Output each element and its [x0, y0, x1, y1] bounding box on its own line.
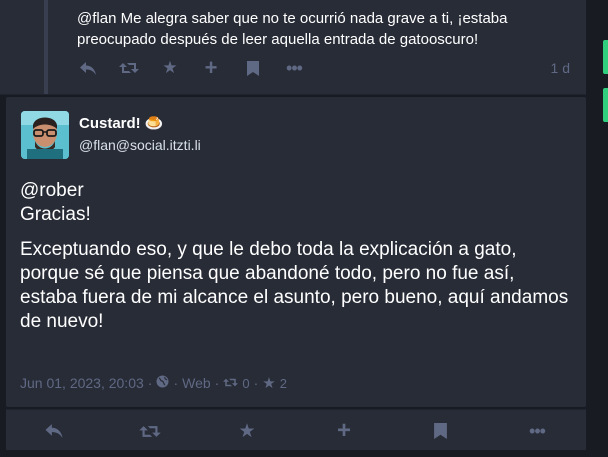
bookmark-button[interactable]	[239, 54, 267, 82]
status-date[interactable]: Jun 01, 2023, 20:03	[20, 375, 144, 391]
status-meta: Jun 01, 2023, 20:03 · · Web · 0 · ★ 2	[20, 374, 287, 392]
thread-line	[44, 0, 48, 94]
boost-icon	[139, 425, 161, 437]
status-paragraph: Exceptuando eso, y que le debo toda la e…	[20, 239, 569, 332]
boost-button[interactable]	[135, 416, 165, 446]
avatar[interactable]	[21, 111, 69, 159]
menu-button[interactable]: •••	[280, 54, 308, 82]
star-icon: ★	[238, 420, 256, 442]
favourite-button[interactable]: ★	[232, 416, 262, 446]
page: @flan Me alegra saber que no te ocurrió …	[0, 0, 608, 457]
reply-action-bar: ★ + •••	[70, 54, 580, 82]
side-indicator-top	[603, 40, 608, 74]
separator: ·	[214, 375, 220, 391]
separator: ·	[253, 375, 259, 391]
bookmark-icon	[433, 423, 447, 439]
boost-button[interactable]	[115, 54, 143, 82]
display-name[interactable]: Custard! 🍮	[79, 114, 164, 132]
reply-status: @flan Me alegra saber que no te ocurrió …	[0, 0, 586, 95]
reply-icon	[45, 424, 63, 438]
globe-icon	[156, 375, 169, 391]
reply-button[interactable]	[39, 416, 69, 446]
boost-icon	[223, 376, 239, 391]
bookmark-icon	[247, 60, 259, 76]
status-content: @rober Gracias! Exceptuando eso, y que l…	[20, 179, 576, 345]
status-action-bar: ★ + •••	[6, 409, 586, 450]
menu-button[interactable]: •••	[522, 416, 552, 446]
more-button[interactable]: +	[329, 416, 359, 446]
reply-text: @flan Me alegra saber que no te ocurrió …	[77, 10, 508, 48]
separator: ·	[173, 375, 179, 391]
side-indicator-bottom	[603, 88, 608, 122]
more-button[interactable]: +	[197, 54, 225, 82]
focused-status: Custard! 🍮 @flan@social.itzti.li @rober …	[6, 97, 586, 407]
star-icon: ★	[162, 58, 178, 77]
plus-icon: +	[204, 55, 218, 80]
ellipsis-icon: •••	[529, 420, 546, 441]
favourite-count[interactable]: 2	[280, 376, 287, 391]
plus-icon: +	[336, 417, 351, 444]
status-paragraph: @rober Gracias!	[20, 180, 91, 225]
application-name: Web	[182, 375, 211, 391]
favourite-button[interactable]: ★	[156, 54, 184, 82]
separator: ·	[147, 375, 153, 391]
reply-icon	[80, 61, 96, 75]
avatar-image	[21, 111, 69, 159]
bookmark-button[interactable]	[425, 416, 455, 446]
boost-count[interactable]: 0	[242, 376, 249, 391]
reply-button[interactable]	[74, 54, 102, 82]
reply-timestamp[interactable]: 1 d	[551, 60, 570, 76]
ellipsis-icon: •••	[286, 57, 303, 78]
account-handle[interactable]: @flan@social.itzti.li	[79, 137, 201, 153]
boost-icon	[119, 63, 139, 73]
star-icon: ★	[262, 375, 276, 392]
